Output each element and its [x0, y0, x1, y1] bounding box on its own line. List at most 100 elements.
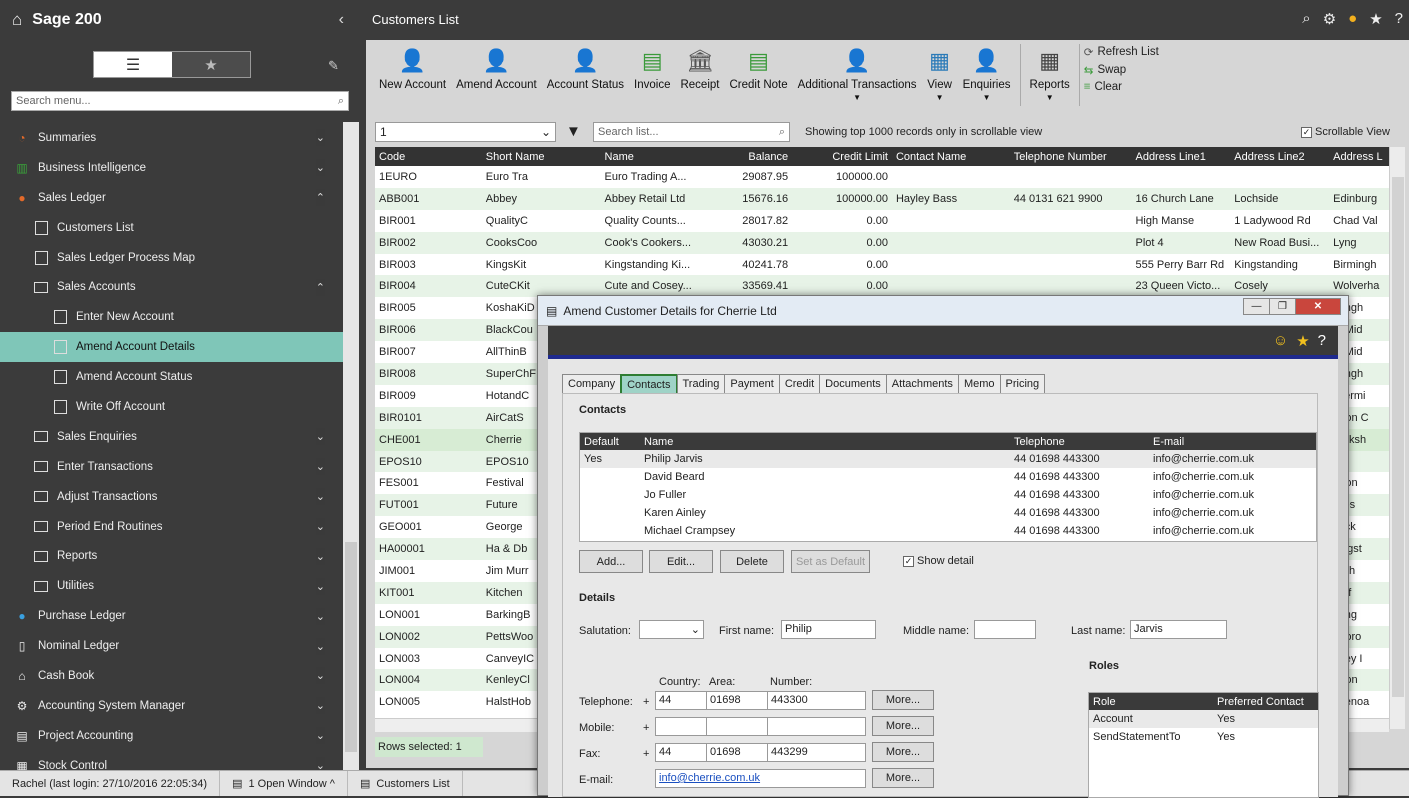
ribbon-button-view[interactable]: ▦ View ▼: [922, 40, 958, 102]
nav-item-cash-book[interactable]: ⌂ Cash Book ⌄: [0, 661, 343, 691]
chevron-icon[interactable]: ⌄: [315, 697, 325, 715]
contact-row[interactable]: Yes Philip Jarvis 44 01698 443300 info@cher…: [580, 450, 1316, 468]
ribbon-button-additional-transactions[interactable]: 👤 Additional Transactions ▼: [793, 40, 922, 102]
nav-item-summaries[interactable]: ◔ Summaries ⌄: [0, 123, 343, 153]
funnel-icon[interactable]: ▼: [566, 123, 581, 140]
star-icon[interactable]: ★: [1296, 332, 1309, 350]
chevron-icon[interactable]: ⌄: [315, 159, 325, 177]
salutation-select[interactable]: ⌄: [639, 620, 704, 639]
column-header-short-name[interactable]: Short Name: [482, 151, 601, 163]
nav-item-customers-list[interactable]: Customers List: [0, 213, 343, 243]
chevron-icon[interactable]: ⌄: [315, 428, 325, 446]
restore-button[interactable]: ❐: [1269, 298, 1296, 315]
chevron-icon[interactable]: ⌄: [315, 667, 325, 685]
middle-name-input[interactable]: [974, 620, 1036, 639]
column-header-address-line1[interactable]: Address Line1: [1131, 151, 1230, 163]
ribbon-button-new-account[interactable]: 👤 New Account: [374, 40, 451, 91]
ribbon-button-account-status[interactable]: 👤 Account Status: [542, 40, 629, 91]
star-icon[interactable]: ★: [1369, 10, 1382, 28]
roles-column-0[interactable]: Role: [1089, 696, 1213, 708]
table-row[interactable]: ABB001 Abbey Abbey Retail Ltd 15676.16 10000…: [375, 187, 1389, 210]
contact-row[interactable]: Michael Crampsey 44 01698 443300 info@cher…: [580, 522, 1316, 540]
favourites-star-icon[interactable]: ★: [172, 52, 250, 77]
nav-item-amend-account-details[interactable]: Amend Account Details: [0, 332, 343, 363]
column-header-code[interactable]: Code: [375, 151, 482, 163]
ribbon-action-swap[interactable]: ⇆ Swap: [1084, 63, 1159, 77]
table-row[interactable]: BIR002 CooksCoo Cook's Cookers... 43030.21 0…: [375, 231, 1389, 254]
ribbon-button-amend-account[interactable]: 👤 Amend Account: [451, 40, 542, 91]
find-icon[interactable]: ⌕: [1302, 10, 1310, 28]
telephone-number-input[interactable]: 443300: [767, 691, 866, 710]
list-search-input[interactable]: Search list... ⌕: [593, 122, 790, 142]
close-button[interactable]: ✕: [1295, 298, 1341, 315]
column-header-name[interactable]: Name: [601, 151, 698, 163]
show-detail-checkbox[interactable]: ✓ Show detail: [903, 555, 974, 567]
help-icon[interactable]: ?: [1318, 332, 1326, 349]
roles-column-1[interactable]: Preferred Contact: [1213, 696, 1318, 708]
column-header-contact-name[interactable]: Contact Name: [892, 151, 1010, 163]
column-header-credit-limit[interactable]: Credit Limit: [792, 151, 892, 163]
grid-scroll-thumb[interactable]: [1392, 177, 1404, 697]
ribbon-button-receipt[interactable]: 🏛 Receipt: [675, 40, 724, 91]
chevron-icon[interactable]: ⌃: [315, 278, 325, 296]
email-link[interactable]: info@cherrie.com.uk: [659, 772, 760, 784]
smiley-feedback-icon[interactable]: ☺: [1273, 332, 1288, 349]
menu-scrollbar[interactable]: [343, 122, 359, 770]
menu-search-input[interactable]: Search menu... ⌕: [11, 91, 349, 111]
chevron-icon[interactable]: ⌄: [315, 637, 325, 655]
nav-item-period-end-routines[interactable]: Period End Routines ⌄: [0, 512, 343, 542]
chevron-icon[interactable]: ⌄: [315, 129, 325, 147]
grid-vertical-scrollbar[interactable]: [1389, 147, 1405, 729]
telephone-area-input[interactable]: 01698: [706, 691, 768, 710]
fax-area-input[interactable]: 01698: [706, 743, 768, 762]
contact-row[interactable]: David Beard 44 01698 443300 info@cherrie.c…: [580, 468, 1316, 486]
table-row[interactable]: BIR003 KingsKit Kingstanding Ki... 40241.78…: [375, 254, 1389, 276]
email-input[interactable]: info@cherrie.com.uk: [655, 769, 866, 788]
edit-contact-button[interactable]: Edit...: [649, 550, 713, 573]
contact-row[interactable]: Karen Ainley 44 01698 443300 info@cherrie.…: [580, 504, 1316, 522]
contacts-column-default[interactable]: Default: [580, 436, 640, 448]
contact-row[interactable]: Jo Fuller 44 01698 443300 info@cherrie.com…: [580, 486, 1316, 504]
mobile-number-input[interactable]: [767, 717, 866, 736]
telephone-more-button[interactable]: More...: [872, 690, 934, 710]
chevron-icon[interactable]: ⌄: [315, 607, 325, 625]
help-icon[interactable]: ?: [1395, 10, 1403, 28]
ribbon-button-credit-note[interactable]: ▤ Credit Note: [724, 40, 792, 91]
last-name-input[interactable]: Jarvis: [1130, 620, 1227, 639]
chevron-icon[interactable]: ⌄: [315, 518, 325, 536]
column-header-address-line2[interactable]: Address Line2: [1230, 151, 1329, 163]
nav-item-enter-transactions[interactable]: Enter Transactions ⌄: [0, 452, 343, 482]
ribbon-button-enquiries[interactable]: 👤 Enquiries ▼: [958, 40, 1016, 102]
collapse-sidebar-icon[interactable]: ‹: [339, 11, 344, 29]
checkbox-checked-icon[interactable]: ✓: [903, 555, 914, 567]
nav-item-purchase-ledger[interactable]: ● Purchase Ledger ⌄: [0, 601, 343, 631]
fax-number-input[interactable]: 443299: [767, 743, 866, 762]
telephone-country-input[interactable]: 44: [655, 691, 707, 710]
nav-item-sales-ledger-process-map[interactable]: Sales Ledger Process Map: [0, 243, 343, 273]
column-header-telephone-number[interactable]: Telephone Number: [1010, 151, 1132, 163]
ribbon-button-reports[interactable]: ▦ Reports ▼: [1025, 40, 1075, 102]
nav-item-adjust-transactions[interactable]: Adjust Transactions ⌄: [0, 482, 343, 512]
chevron-icon[interactable]: ⌄: [315, 458, 325, 476]
chevron-icon[interactable]: ⌄: [315, 727, 325, 745]
add-contact-button[interactable]: Add...: [579, 550, 643, 573]
fax-country-input[interactable]: 44: [655, 743, 707, 762]
nav-item-nominal-ledger[interactable]: ▯ Nominal Ledger ⌄: [0, 631, 343, 661]
edit-pencil-icon[interactable]: ✎: [328, 58, 339, 74]
nav-item-project-accounting[interactable]: ▤ Project Accounting ⌄: [0, 721, 343, 751]
ribbon-action-refresh-list[interactable]: ⟳ Refresh List: [1084, 45, 1159, 59]
set-default-button[interactable]: Set as Default: [791, 550, 870, 573]
nav-item-reports[interactable]: Reports ⌄: [0, 541, 343, 571]
ribbon-action-clear[interactable]: ≡ Clear: [1084, 81, 1159, 93]
contacts-column-email[interactable]: E-mail: [1149, 436, 1309, 448]
ribbon-button-invoice[interactable]: ▤ Invoice: [629, 40, 675, 91]
lightbulb-icon[interactable]: ●: [1348, 10, 1357, 28]
nav-item-sales-accounts[interactable]: Sales Accounts ⌃: [0, 272, 343, 302]
gear-icon[interactable]: ⚙: [1323, 10, 1336, 28]
column-header-address-l[interactable]: Address L: [1329, 151, 1389, 163]
chevron-icon[interactable]: ⌄: [315, 577, 325, 595]
mobile-area-input[interactable]: [706, 717, 768, 736]
nav-item-accounting-system-manager[interactable]: ⚙ Accounting System Manager ⌄: [0, 691, 343, 721]
delete-contact-button[interactable]: Delete: [720, 550, 784, 573]
minimize-button[interactable]: —: [1243, 298, 1270, 315]
